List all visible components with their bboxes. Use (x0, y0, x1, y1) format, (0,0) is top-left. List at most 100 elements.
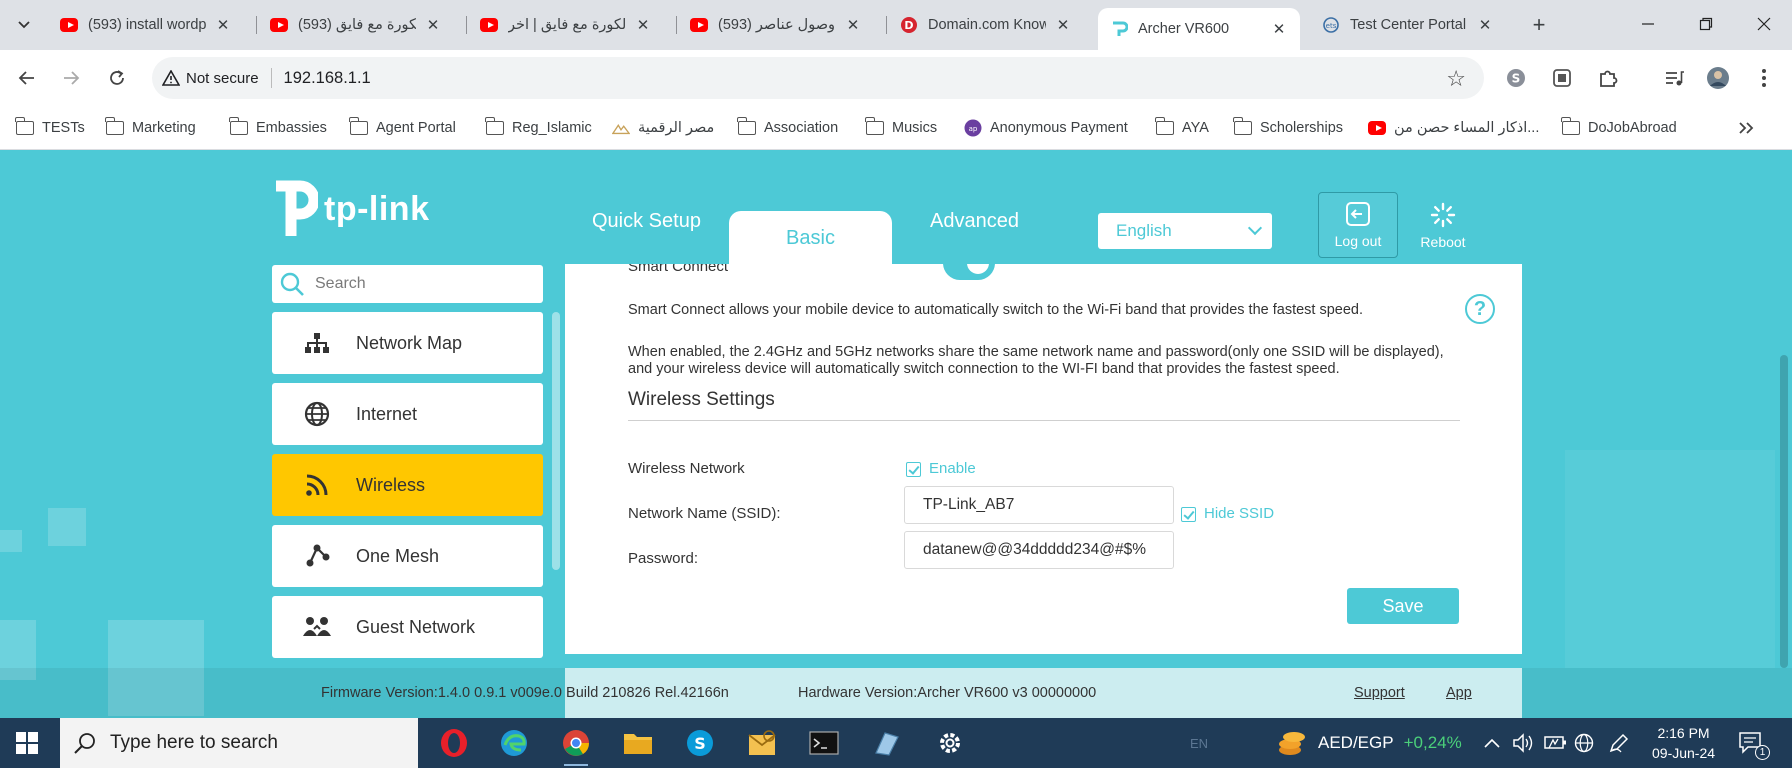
back-button[interactable] (14, 65, 40, 91)
ssid-input[interactable]: TP-Link_AB7 (904, 486, 1174, 524)
notification-center-button[interactable]: 1 (1738, 718, 1770, 768)
browser-tab-7[interactable]: ets Test Center Portal ✕ (1310, 8, 1506, 42)
bookmark-anonymous-payment[interactable]: ap Anonymous Payment (964, 116, 1128, 140)
taskbar-search-input[interactable]: Type here to search (60, 718, 418, 768)
tab-quick-setup[interactable]: Quick Setup (592, 210, 701, 233)
close-icon[interactable]: ✕ (1270, 20, 1288, 38)
new-tab-button[interactable]: + (1526, 12, 1552, 38)
bookmark-marketing[interactable]: Marketing (105, 116, 196, 140)
smart-connect-description: Smart Connect allows your mobile device … (628, 302, 1364, 318)
volume-icon[interactable] (1512, 718, 1534, 768)
sidebar-search-input[interactable]: Search (272, 265, 543, 303)
close-icon[interactable]: ✕ (214, 16, 232, 34)
input-language[interactable]: EN (1190, 718, 1208, 768)
close-icon[interactable]: ✕ (424, 16, 442, 34)
sidebar-item-guest-network[interactable]: Guest Network (272, 596, 543, 658)
url-text[interactable]: 192.168.1.1 (284, 69, 371, 88)
tab-advanced[interactable]: Advanced (930, 210, 1019, 233)
browser-tab-4[interactable]: (593) وصول عناصر ✕ (678, 8, 874, 42)
sidebar-item-internet[interactable]: Internet (272, 383, 543, 445)
enable-checkbox[interactable] (906, 462, 921, 477)
sidebar-item-network-map[interactable]: Network Map (272, 312, 543, 374)
notepad-icon[interactable] (868, 726, 904, 760)
opera-icon[interactable] (436, 726, 472, 760)
forward-button[interactable] (58, 65, 84, 91)
close-icon[interactable]: ✕ (634, 16, 652, 34)
chrome-icon[interactable] (558, 726, 594, 766)
currency-widget[interactable]: AED/EGP +0,24% (1276, 718, 1462, 768)
mesh-icon (302, 541, 332, 571)
support-link[interactable]: Support (1354, 685, 1405, 701)
browser-tab-1[interactable]: (593) install wordp ✕ (48, 8, 244, 42)
file-explorer-icon[interactable] (620, 726, 656, 760)
skype-extension-icon[interactable]: S (1504, 66, 1528, 90)
bookmark-label: مصر الرقمية (638, 120, 715, 136)
clock[interactable]: 2:16 PM 09-Jun-24 (1652, 718, 1715, 768)
close-icon[interactable]: ✕ (1476, 16, 1494, 34)
browser-menu-icon[interactable] (1752, 66, 1776, 90)
browser-tab-3[interactable]: الكورة مع فايق | آخر ✕ (468, 8, 664, 42)
extension-icon[interactable] (1550, 66, 1574, 90)
minimize-button[interactable] (1636, 12, 1660, 36)
language-select[interactable]: English (1098, 213, 1272, 249)
search-icon (280, 272, 304, 296)
bookmark-reg-islamic[interactable]: Reg_Islamic (485, 116, 592, 140)
close-icon[interactable]: ✕ (1054, 16, 1072, 34)
hide-ssid-checkbox[interactable] (1181, 507, 1196, 522)
bookmarks-overflow-button[interactable] (1738, 116, 1754, 140)
bookmark-aya[interactable]: AYA (1155, 116, 1209, 140)
pen-icon[interactable] (1608, 718, 1630, 768)
bookmark-tests[interactable]: TESTs (15, 116, 85, 140)
sidebar-item-label: Wireless (356, 474, 426, 495)
reload-button[interactable] (104, 65, 130, 91)
page-scrollbar[interactable] (1780, 355, 1788, 668)
app-link[interactable]: App (1446, 685, 1472, 701)
tab-search-dropdown[interactable] (12, 13, 36, 37)
bookmark-dojobabroad[interactable]: DoJobAbroad (1561, 116, 1677, 140)
browser-tab-2[interactable]: (593) الكورة مع فايق ✕ (258, 8, 454, 42)
sidebar-item-one-mesh[interactable]: One Mesh (272, 525, 543, 587)
save-button[interactable]: Save (1347, 588, 1459, 624)
close-icon[interactable]: ✕ (844, 16, 862, 34)
reboot-button[interactable]: Reboot (1403, 192, 1483, 258)
globe-icon[interactable] (1574, 718, 1594, 768)
background-decoration (0, 530, 22, 552)
edge-icon[interactable] (496, 726, 532, 760)
puzzle-extensions-icon[interactable] (1596, 66, 1620, 90)
tab-basic[interactable]: Basic (729, 211, 892, 267)
enable-label[interactable]: Enable (929, 460, 976, 477)
address-bar[interactable]: Not secure 192.168.1.1 ☆ (152, 57, 1484, 99)
bookmark-star-icon[interactable]: ☆ (1446, 66, 1466, 92)
bookmark-musics[interactable]: Musics (865, 116, 937, 140)
profile-avatar[interactable] (1706, 66, 1730, 90)
logout-button[interactable]: Log out (1318, 192, 1398, 258)
browser-tab-active[interactable]: Archer VR600 ✕ (1098, 8, 1300, 50)
svg-text:S: S (1512, 72, 1521, 86)
bookmark-egypt-digital[interactable]: مصر الرقمية (612, 116, 714, 140)
show-hidden-icons-button[interactable] (1484, 718, 1500, 768)
search-placeholder: Search (315, 275, 366, 292)
password-input[interactable]: datanew@@34ddddd234@#$% (904, 531, 1174, 569)
bookmark-agent-portal[interactable]: Agent Portal (349, 116, 456, 140)
bookmark-azkar[interactable]: اذكار المساء حصن من... (1368, 116, 1539, 140)
terminal-icon[interactable] (806, 726, 842, 760)
smart-connect-toggle[interactable] (943, 264, 995, 280)
skype-icon[interactable]: S (682, 726, 718, 760)
help-icon[interactable]: ? (1465, 294, 1495, 324)
bookmark-scholerships[interactable]: Scholerships (1233, 116, 1343, 140)
site-info-button[interactable]: Not secure (162, 70, 259, 87)
close-window-button[interactable] (1752, 12, 1776, 36)
windows-start-icon[interactable] (16, 732, 38, 754)
network-status-icon[interactable] (1544, 718, 1568, 768)
browser-tab-5[interactable]: D Domain.com Know ✕ (888, 8, 1084, 42)
sidebar-scrollbar[interactable] (552, 312, 560, 570)
sidebar-item-wireless[interactable]: Wireless (272, 454, 543, 516)
restore-button[interactable] (1694, 12, 1718, 36)
restore-icon (1699, 17, 1713, 31)
outlook-icon[interactable] (744, 726, 780, 760)
settings-gear-icon[interactable] (932, 726, 968, 760)
bookmark-embassies[interactable]: Embassies (229, 116, 327, 140)
bookmark-association[interactable]: Association (737, 116, 838, 140)
hide-ssid-label[interactable]: Hide SSID (1204, 505, 1274, 522)
media-control-icon[interactable] (1662, 66, 1686, 90)
